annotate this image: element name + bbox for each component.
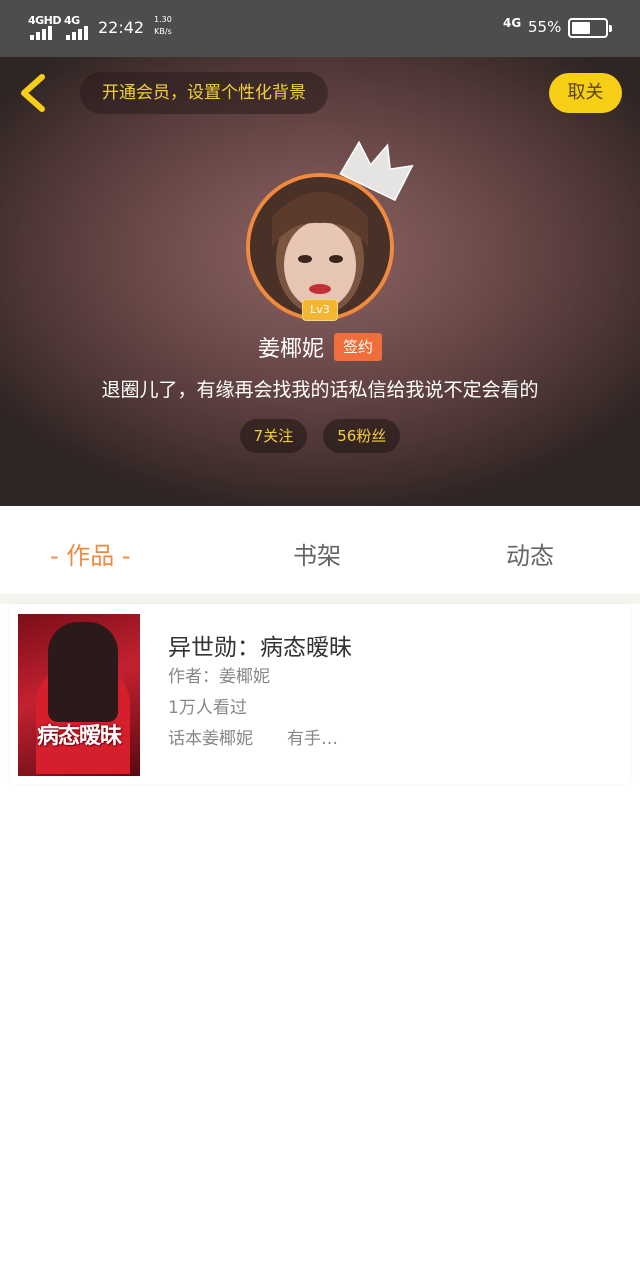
tab-moments[interactable]: 动态 — [506, 536, 554, 571]
book-cover[interactable]: 病态暧昧 — [18, 614, 140, 776]
book-cover-title: 病态暧昧 — [36, 724, 122, 749]
book-title[interactable]: 异世勋：病态暧昧 — [168, 628, 352, 662]
profile-tabs: - 作品 - 书架 动态 — [0, 506, 640, 594]
following-count[interactable]: 7关注 — [239, 419, 308, 453]
network-type-right: 4G — [503, 16, 522, 30]
back-arrow-icon[interactable] — [16, 71, 52, 115]
signed-author-badge: 签约 — [334, 333, 383, 361]
cell-signal-1-icon: 4GHD — [28, 14, 62, 40]
tab-bookshelf[interactable]: 书架 — [293, 536, 341, 571]
book-card[interactable]: 病态暧昧 异世勋：病态暧昧 作者：姜椰妮 1万人看过 话本姜椰妮 有手… — [10, 604, 630, 784]
network-speed: 1.30 KB/s — [154, 14, 172, 38]
avatar-photo — [250, 177, 390, 317]
profile-header: 开通会员，设置个性化背景 取关 Lv3 姜椰妮 签约 退圈儿了，有缘再会找我的话… — [0, 57, 640, 506]
user-name: 姜椰妮 — [257, 337, 324, 362]
level-badge: Lv3 — [302, 299, 338, 321]
battery-icon — [568, 18, 612, 38]
unfollow-button[interactable]: 取关 — [549, 73, 622, 113]
network-speed-unit: KB/s — [154, 27, 172, 36]
book-author: 作者：姜椰妮 — [168, 667, 270, 687]
clock: 22:42 — [98, 18, 145, 37]
battery-percent: 55% — [528, 18, 562, 36]
cell-signal-2-icon: 4G — [64, 14, 94, 40]
battery-fill — [572, 22, 590, 34]
vip-background-promo[interactable]: 开通会员，设置个性化背景 — [80, 72, 328, 114]
status-bar: 4GHD 4G 22:42 1.30 KB/s 4G 55% — [0, 0, 640, 57]
book-description: 话本姜椰妮 有手… — [168, 729, 338, 749]
section-divider — [0, 594, 640, 604]
book-views: 1万人看过 — [168, 698, 247, 718]
stats-row: 7关注 56粉丝 — [0, 419, 640, 453]
name-row: 姜椰妮 签约 — [0, 329, 640, 365]
user-bio: 退圈儿了，有缘再会找我的话私信给我说不定会看的 — [101, 379, 539, 401]
fans-count[interactable]: 56粉丝 — [323, 419, 401, 453]
network-speed-value: 1.30 — [154, 15, 172, 24]
tab-works[interactable]: - 作品 - — [50, 536, 131, 571]
